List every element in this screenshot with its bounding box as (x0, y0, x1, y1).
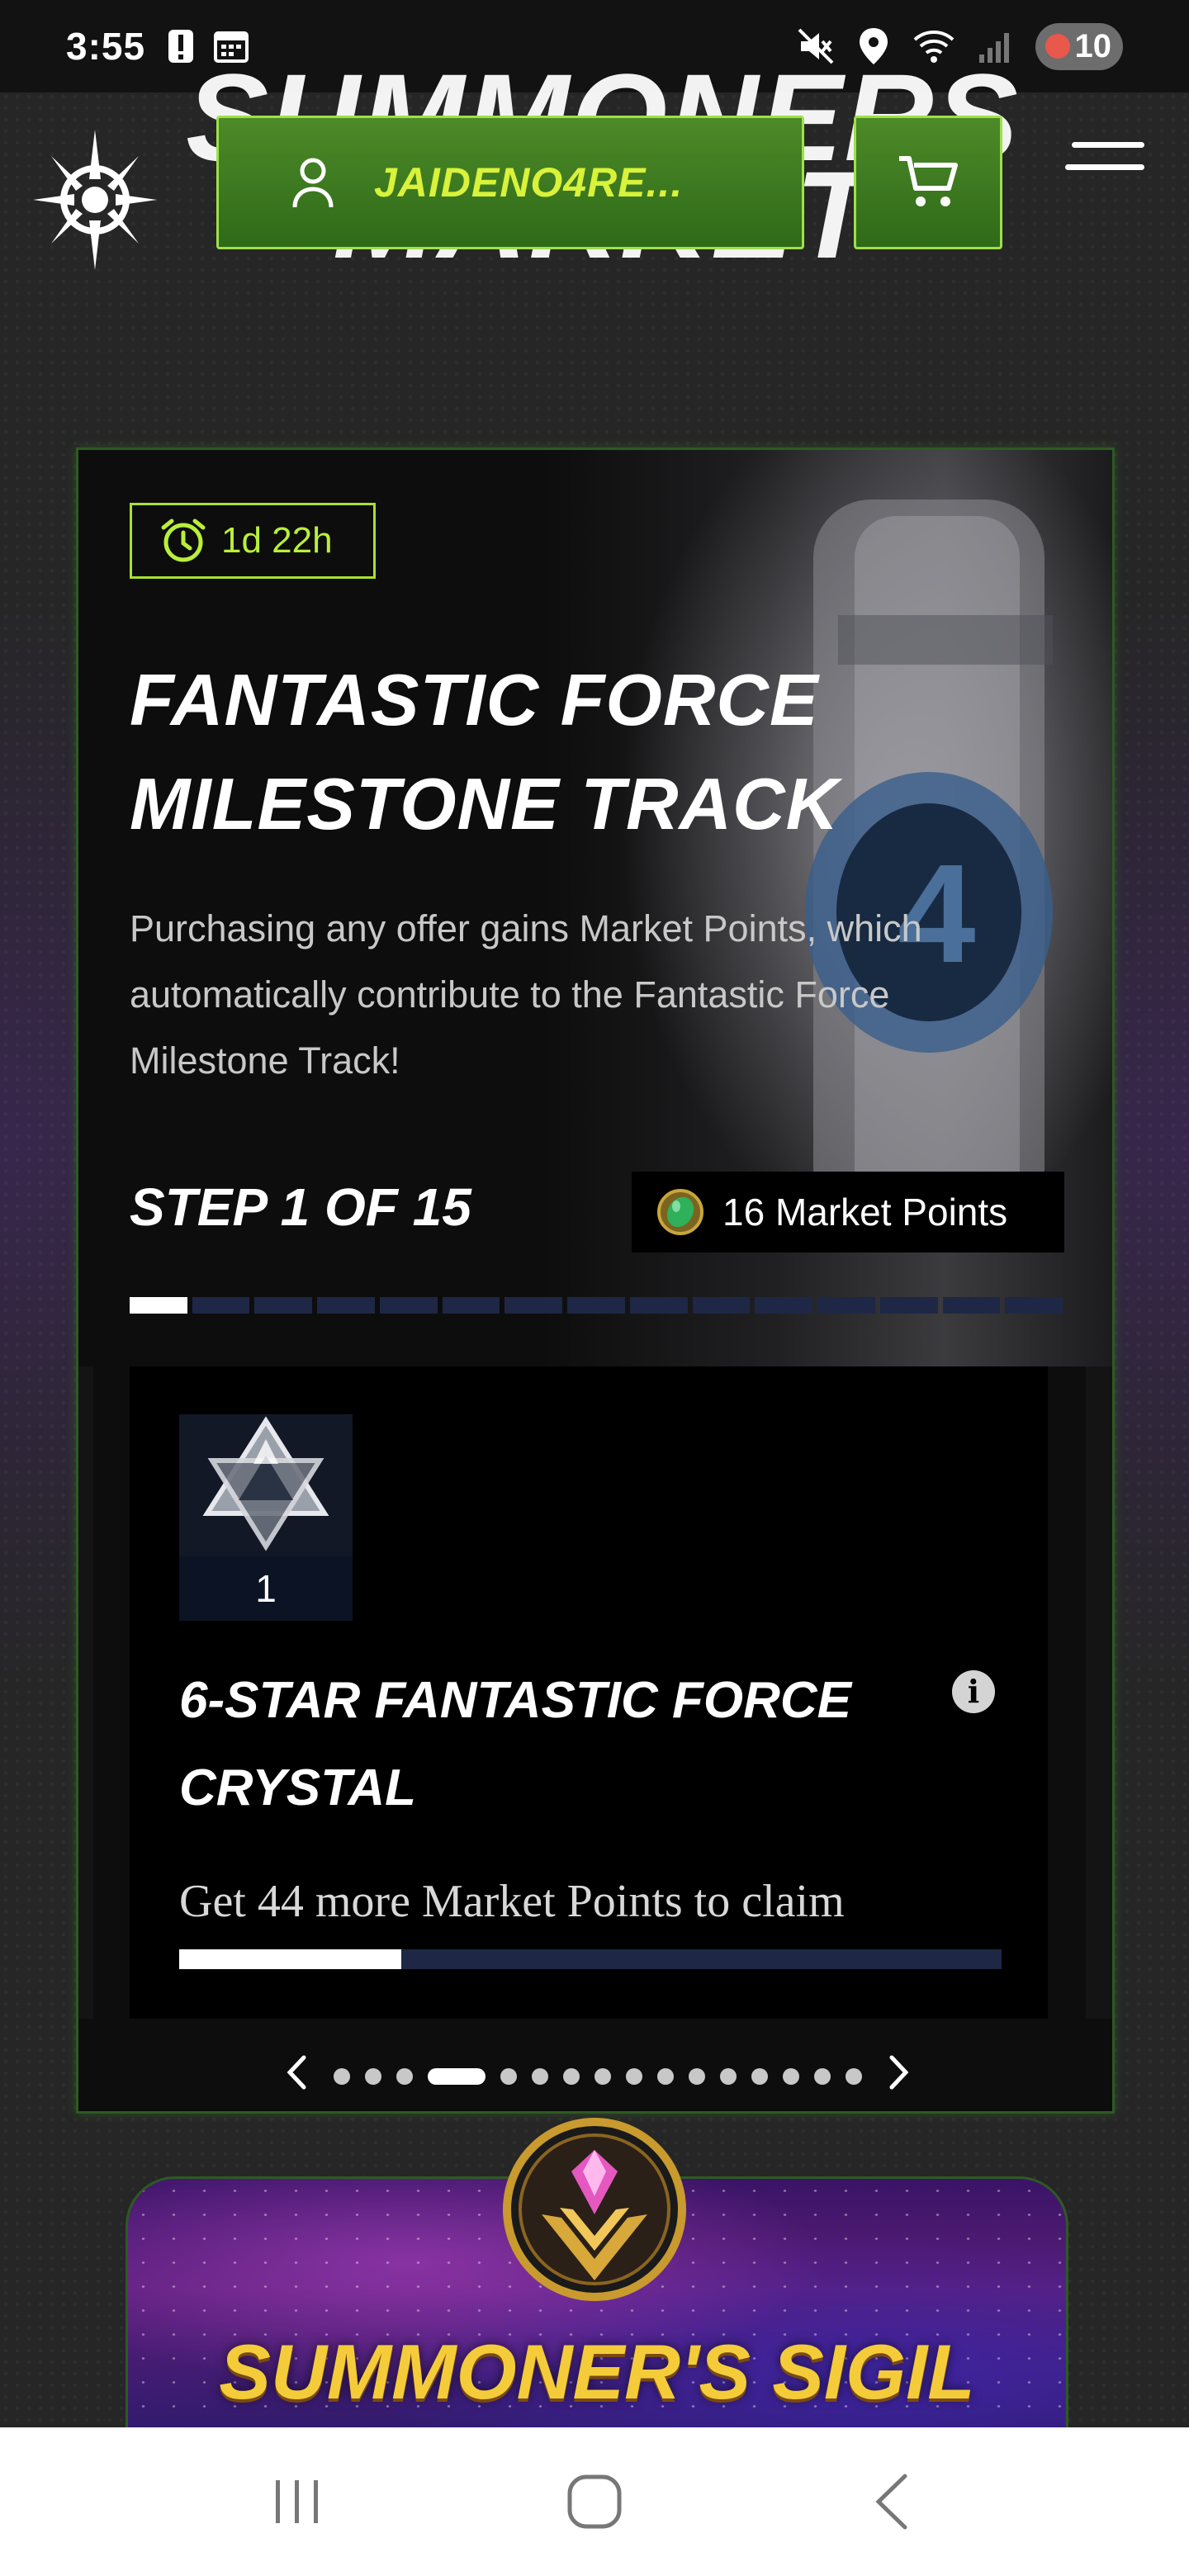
home-button[interactable] (545, 2460, 644, 2543)
back-button[interactable] (842, 2460, 941, 2543)
reward-progress-bar (179, 1949, 1002, 1969)
timer-text: 1d 22h (221, 520, 333, 561)
back-icon (875, 2474, 907, 2530)
milestone-card: 4 1d 22h FANTASTIC FORCE MILESTONE TRACK… (76, 447, 1115, 2114)
step-segment (379, 1297, 438, 1314)
carousel-next-arrow[interactable] (877, 2052, 921, 2101)
site-header: SUMMONERS MARKET JAIDENO4RE... (0, 55, 1189, 282)
home-icon (567, 2474, 622, 2529)
notification-count: 10 (1074, 27, 1112, 64)
account-name: JAIDENO4RE... (374, 159, 684, 206)
account-button[interactable]: JAIDENO4RE... (216, 116, 804, 249)
info-icon[interactable]: i (952, 1670, 995, 1713)
previous-slide-peek[interactable] (78, 1366, 93, 2019)
step-label: STEP 1 OF 15 (130, 1177, 471, 1237)
milestone-title-line1: FANTASTIC FORCE (130, 659, 819, 741)
step-segment (755, 1297, 813, 1314)
notification-badge: 10 (1035, 22, 1123, 70)
carousel-dot[interactable] (563, 2068, 580, 2085)
step-segment (254, 1297, 313, 1314)
carousel-dot[interactable] (814, 2068, 831, 2085)
step-segment (317, 1297, 375, 1314)
step-segment (942, 1297, 1001, 1314)
carousel-dot[interactable] (689, 2068, 705, 2085)
step-segment (442, 1297, 500, 1314)
menu-icon-line (1065, 164, 1144, 170)
status-time: 3:55 (66, 25, 146, 68)
alarm-clock-icon (161, 519, 206, 562)
menu-button[interactable] (1065, 142, 1148, 192)
carousel-dot[interactable] (626, 2068, 642, 2085)
reward-progress-text: Get 44 more Market Points to claim (179, 1876, 845, 1927)
step-segment (1005, 1297, 1063, 1314)
carousel-dot[interactable] (783, 2068, 799, 2085)
step-segment (504, 1297, 563, 1314)
step-segment (879, 1297, 938, 1314)
step-segment (629, 1297, 688, 1314)
timer-badge: 1d 22h (130, 503, 376, 579)
carousel-prev-arrow[interactable] (274, 2052, 319, 2101)
next-slide-peek[interactable] (1086, 1366, 1112, 2019)
step-progress-track (130, 1297, 1063, 1314)
carousel-dot[interactable] (396, 2068, 413, 2085)
step-segment (192, 1297, 250, 1314)
brand-logo[interactable] (33, 130, 157, 270)
gem-icon (657, 1189, 703, 1235)
user-icon (292, 158, 334, 208)
step-segment (692, 1297, 751, 1314)
cart-button[interactable] (854, 116, 1002, 249)
carousel-dot[interactable] (657, 2068, 674, 2085)
step-segment (567, 1297, 625, 1314)
carousel-dot[interactable] (500, 2068, 517, 2085)
step-segment (130, 1297, 187, 1314)
cart-icon (899, 156, 958, 206)
menu-icon-line (1072, 142, 1144, 148)
carousel-dot[interactable] (751, 2068, 768, 2085)
carousel-dot[interactable] (846, 2068, 862, 2085)
notification-dot (1045, 34, 1070, 59)
carousel-dot[interactable] (594, 2068, 611, 2085)
reward-thumbnail[interactable]: 1 (179, 1414, 353, 1621)
carousel-dot[interactable] (720, 2068, 737, 2085)
recent-apps-button[interactable] (248, 2460, 347, 2543)
step-segment (817, 1297, 875, 1314)
market-points-badge: 16 Market Points (632, 1172, 1064, 1252)
carousel-dot[interactable] (365, 2068, 381, 2085)
reward-slide: 1 6-STAR FANTASTIC FORCE CRYSTAL i Get 4… (130, 1366, 1048, 2019)
carousel-navigation (78, 2052, 1112, 2101)
milestone-title-line2: MILESTONE TRACK (130, 763, 840, 845)
milestone-description: Purchasing any offer gains Market Points… (130, 907, 922, 1082)
milestone-title: FANTASTIC FORCE MILESTONE TRACK (130, 648, 873, 856)
sigil-emblem-icon (503, 2118, 686, 2301)
market-points-text: 16 Market Points (722, 1191, 1008, 1234)
reward-progress-fill (179, 1949, 401, 1969)
chevron-right-icon (889, 2055, 909, 2090)
reward-title: 6-STAR FANTASTIC FORCE CRYSTAL (179, 1672, 852, 1816)
system-navigation-bar (0, 2427, 1189, 2576)
carousel-dot[interactable] (334, 2068, 350, 2085)
sigil-title: SUMMONER'S SIGIL (219, 2328, 975, 2415)
carousel-dot[interactable] (428, 2068, 486, 2085)
crystal-image (179, 1414, 353, 1556)
carousel-dot[interactable] (532, 2068, 548, 2085)
chevron-left-icon (287, 2055, 306, 2090)
reward-quantity: 1 (179, 1556, 353, 1621)
recent-apps-icon (276, 2480, 318, 2523)
